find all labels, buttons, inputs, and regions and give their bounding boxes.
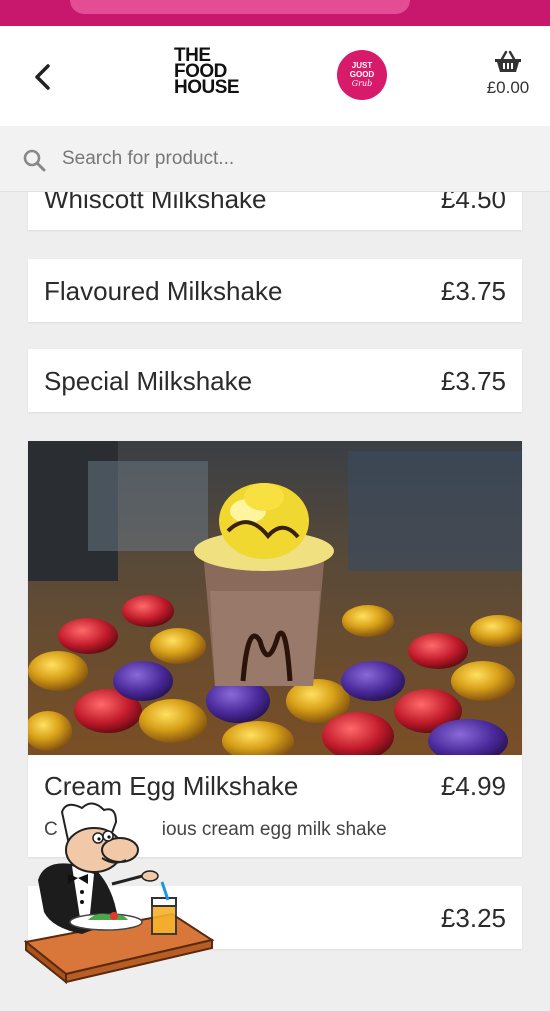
product-price: £4.99 xyxy=(440,771,506,801)
status-bar xyxy=(0,0,550,26)
logo-line-3: HOUSE xyxy=(174,77,240,98)
app-header: THE FOOD HOUSE JUST GOOD Grub £0.00 xyxy=(0,26,550,126)
top-pill xyxy=(70,0,410,14)
product-card[interactable]: Flavoured Milkshake £3.75 xyxy=(28,259,522,322)
search-input[interactable] xyxy=(62,140,532,178)
just-good-grub-badge[interactable]: JUST GOOD Grub xyxy=(337,50,387,100)
product-price: £3.75 xyxy=(440,276,506,306)
badge-line-1: JUST xyxy=(351,61,373,70)
basket-total: £0.00 xyxy=(486,78,530,97)
product-name: Cream Egg Milkshake xyxy=(44,771,299,801)
product-card-featured[interactable]: Cream Egg Milkshake £4.99 Cious cream eg… xyxy=(28,441,522,857)
back-button[interactable] xyxy=(28,62,58,92)
product-price: £3.75 xyxy=(440,366,506,396)
badge-line-2: GOOD xyxy=(349,70,375,79)
product-photo xyxy=(28,441,522,755)
product-card[interactable]: Special Milkshake £3.75 xyxy=(28,349,522,412)
food-house-logo[interactable]: THE FOOD HOUSE xyxy=(174,46,240,98)
product-name: Whiscott Milkshake xyxy=(44,192,267,214)
basket-icon xyxy=(495,50,521,72)
search-bar[interactable] xyxy=(0,126,550,192)
chef-mascot-icon xyxy=(22,802,218,988)
basket-button[interactable]: £0.00 xyxy=(478,50,538,98)
product-name: Special Milkshake xyxy=(44,366,253,396)
product-price: £3.25 xyxy=(440,903,506,933)
product-card[interactable]: Whiscott Milkshake £4.50 xyxy=(28,192,522,230)
badge-script: Grub xyxy=(351,79,373,88)
chevron-left-icon xyxy=(35,64,50,90)
search-icon xyxy=(23,149,46,172)
product-price: £4.50 xyxy=(440,192,506,214)
product-name: Flavoured Milkshake xyxy=(44,276,283,306)
